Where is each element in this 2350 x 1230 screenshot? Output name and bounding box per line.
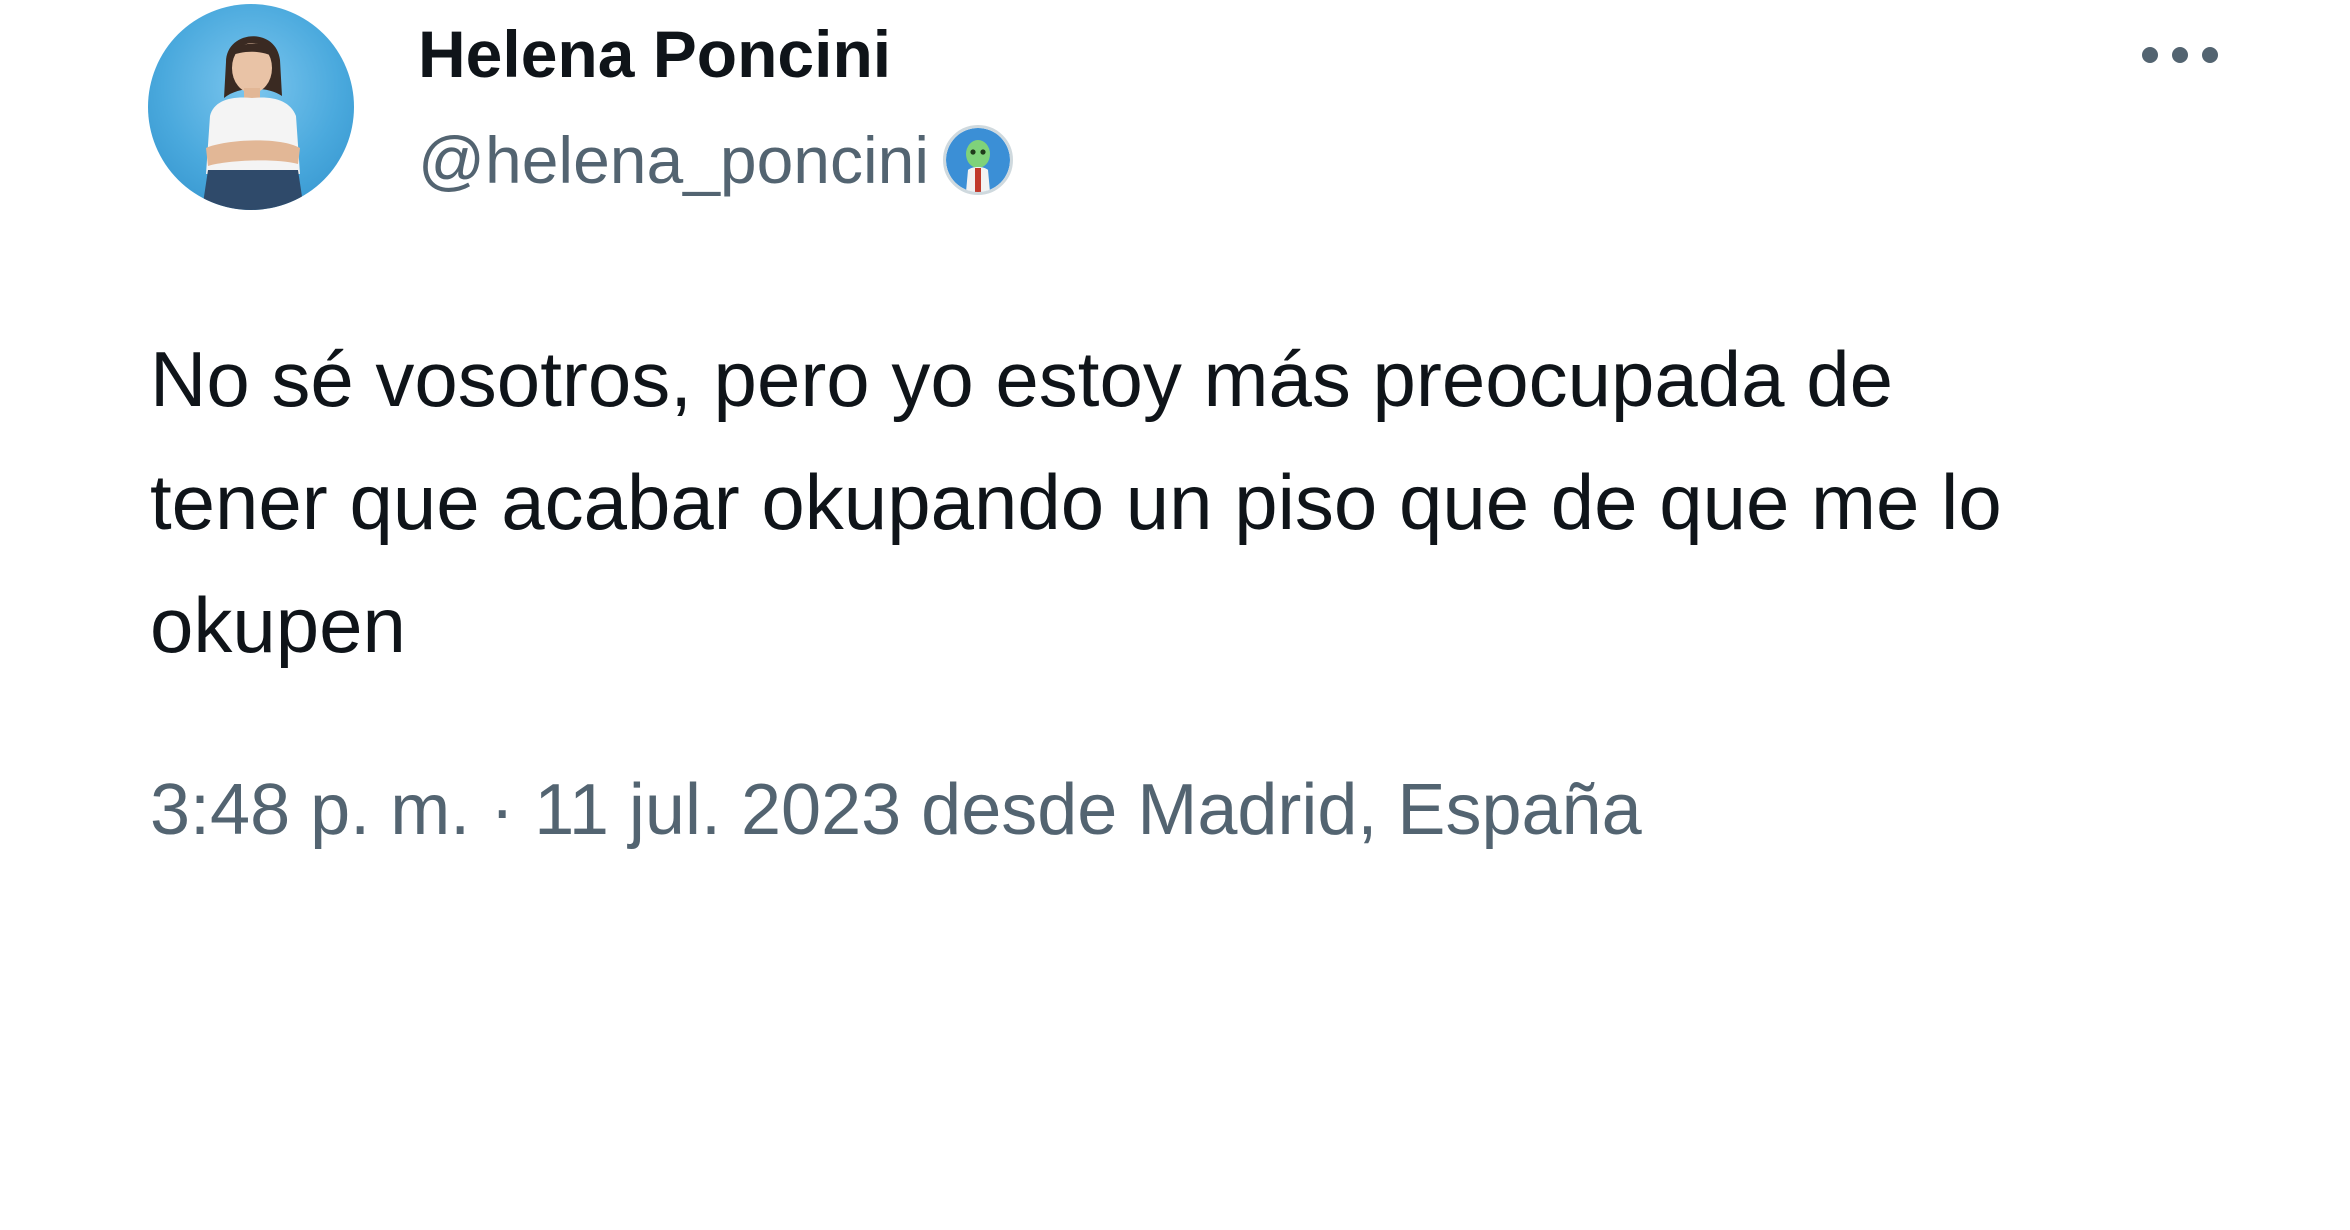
tweet-location: desde Madrid, España <box>921 770 1642 850</box>
meta-separator: · <box>490 770 515 850</box>
author-display-name[interactable]: Helena Poncini <box>418 14 891 94</box>
more-options-button[interactable] <box>2120 20 2240 90</box>
tweet-text: No sé vosotros, pero yo estoy más preocu… <box>150 335 2002 669</box>
tweet-card: Helena Poncini @helena_poncini No sé vos… <box>0 0 2350 1230</box>
tweet-date[interactable]: 11 jul. 2023 <box>534 770 901 850</box>
tweet-metadata: 3:48 p. m. · 11 jul. 2023 desde Madrid, … <box>150 760 1642 860</box>
author-avatar[interactable] <box>148 4 354 210</box>
affiliate-badge-icon[interactable] <box>943 125 1014 195</box>
author-handle-row: @helena_poncini <box>418 118 1014 202</box>
more-horizontal-icon <box>2142 47 2218 63</box>
tweet-time[interactable]: 3:48 p. m. <box>150 770 470 850</box>
avatar-photo-icon <box>202 36 304 210</box>
author-handle[interactable]: @helena_poncini <box>418 118 929 202</box>
